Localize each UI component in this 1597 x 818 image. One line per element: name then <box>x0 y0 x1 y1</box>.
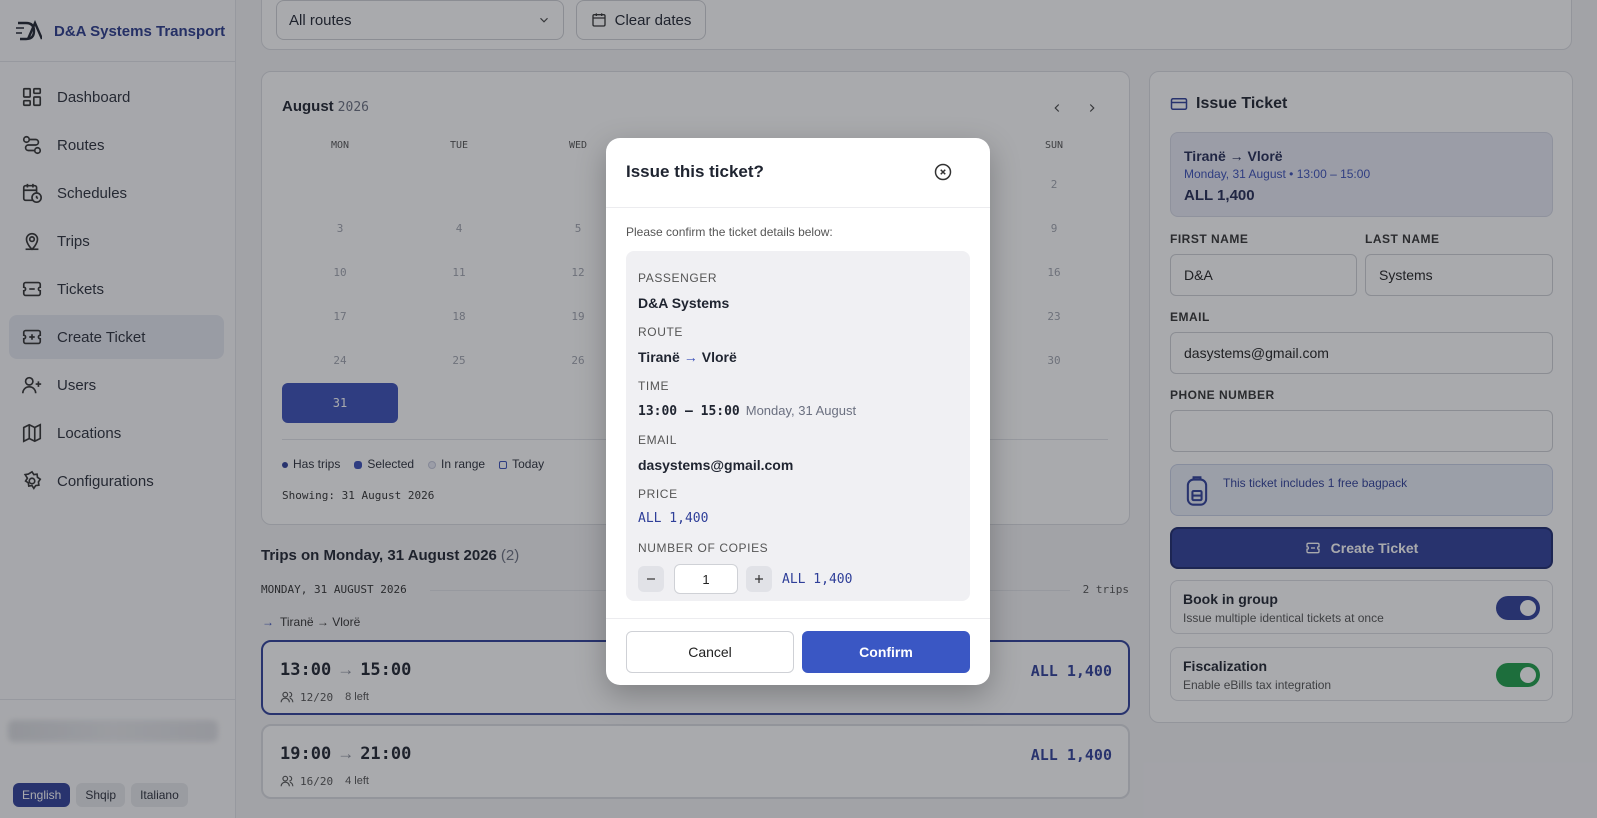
email-label: EMAIL <box>638 433 678 447</box>
route-value: Tiranë → Vlorë <box>638 349 737 365</box>
time-date: Monday, 31 August <box>745 403 857 418</box>
modal-intro: Please confirm the ticket details below: <box>626 225 833 239</box>
time-label: TIME <box>638 379 670 393</box>
passenger-label: PASSENGER <box>638 271 718 285</box>
email-value: dasystems@gmail.com <box>638 457 794 473</box>
decrement-copies-button[interactable] <box>638 566 664 592</box>
plus-icon <box>755 575 763 583</box>
modal-title: Issue this ticket? <box>626 162 764 181</box>
minus-icon <box>647 578 655 580</box>
increment-copies-button[interactable] <box>746 566 772 592</box>
time-range: 13:00 – 15:00 <box>638 404 740 419</box>
route-from: Tiranë <box>638 349 680 365</box>
route-label: ROUTE <box>638 325 683 339</box>
price-value: ALL 1,400 <box>638 511 709 526</box>
passenger-value: D&A Systems <box>638 295 730 311</box>
confirm-button[interactable]: Confirm <box>802 631 970 673</box>
copies-label: NUMBER OF COPIES <box>638 541 769 555</box>
copies-total: ALL 1,400 <box>782 572 853 587</box>
ticket-details-box: PASSENGER D&A Systems ROUTE Tiranë → Vlorë… <box>626 251 970 601</box>
close-icon[interactable] <box>934 163 952 181</box>
cancel-button[interactable]: Cancel <box>626 631 794 673</box>
modal-footer-divider <box>606 618 990 619</box>
price-label: PRICE <box>638 487 678 501</box>
arrow-right-icon: → <box>683 349 698 365</box>
time-value: 13:00 – 15:00 Monday, 31 August <box>638 403 856 419</box>
copies-input[interactable] <box>674 564 738 594</box>
route-to: Vlorë <box>701 349 737 365</box>
confirm-ticket-modal: Issue this ticket? Please confirm the ti… <box>606 138 990 685</box>
modal-header-divider <box>606 207 990 208</box>
